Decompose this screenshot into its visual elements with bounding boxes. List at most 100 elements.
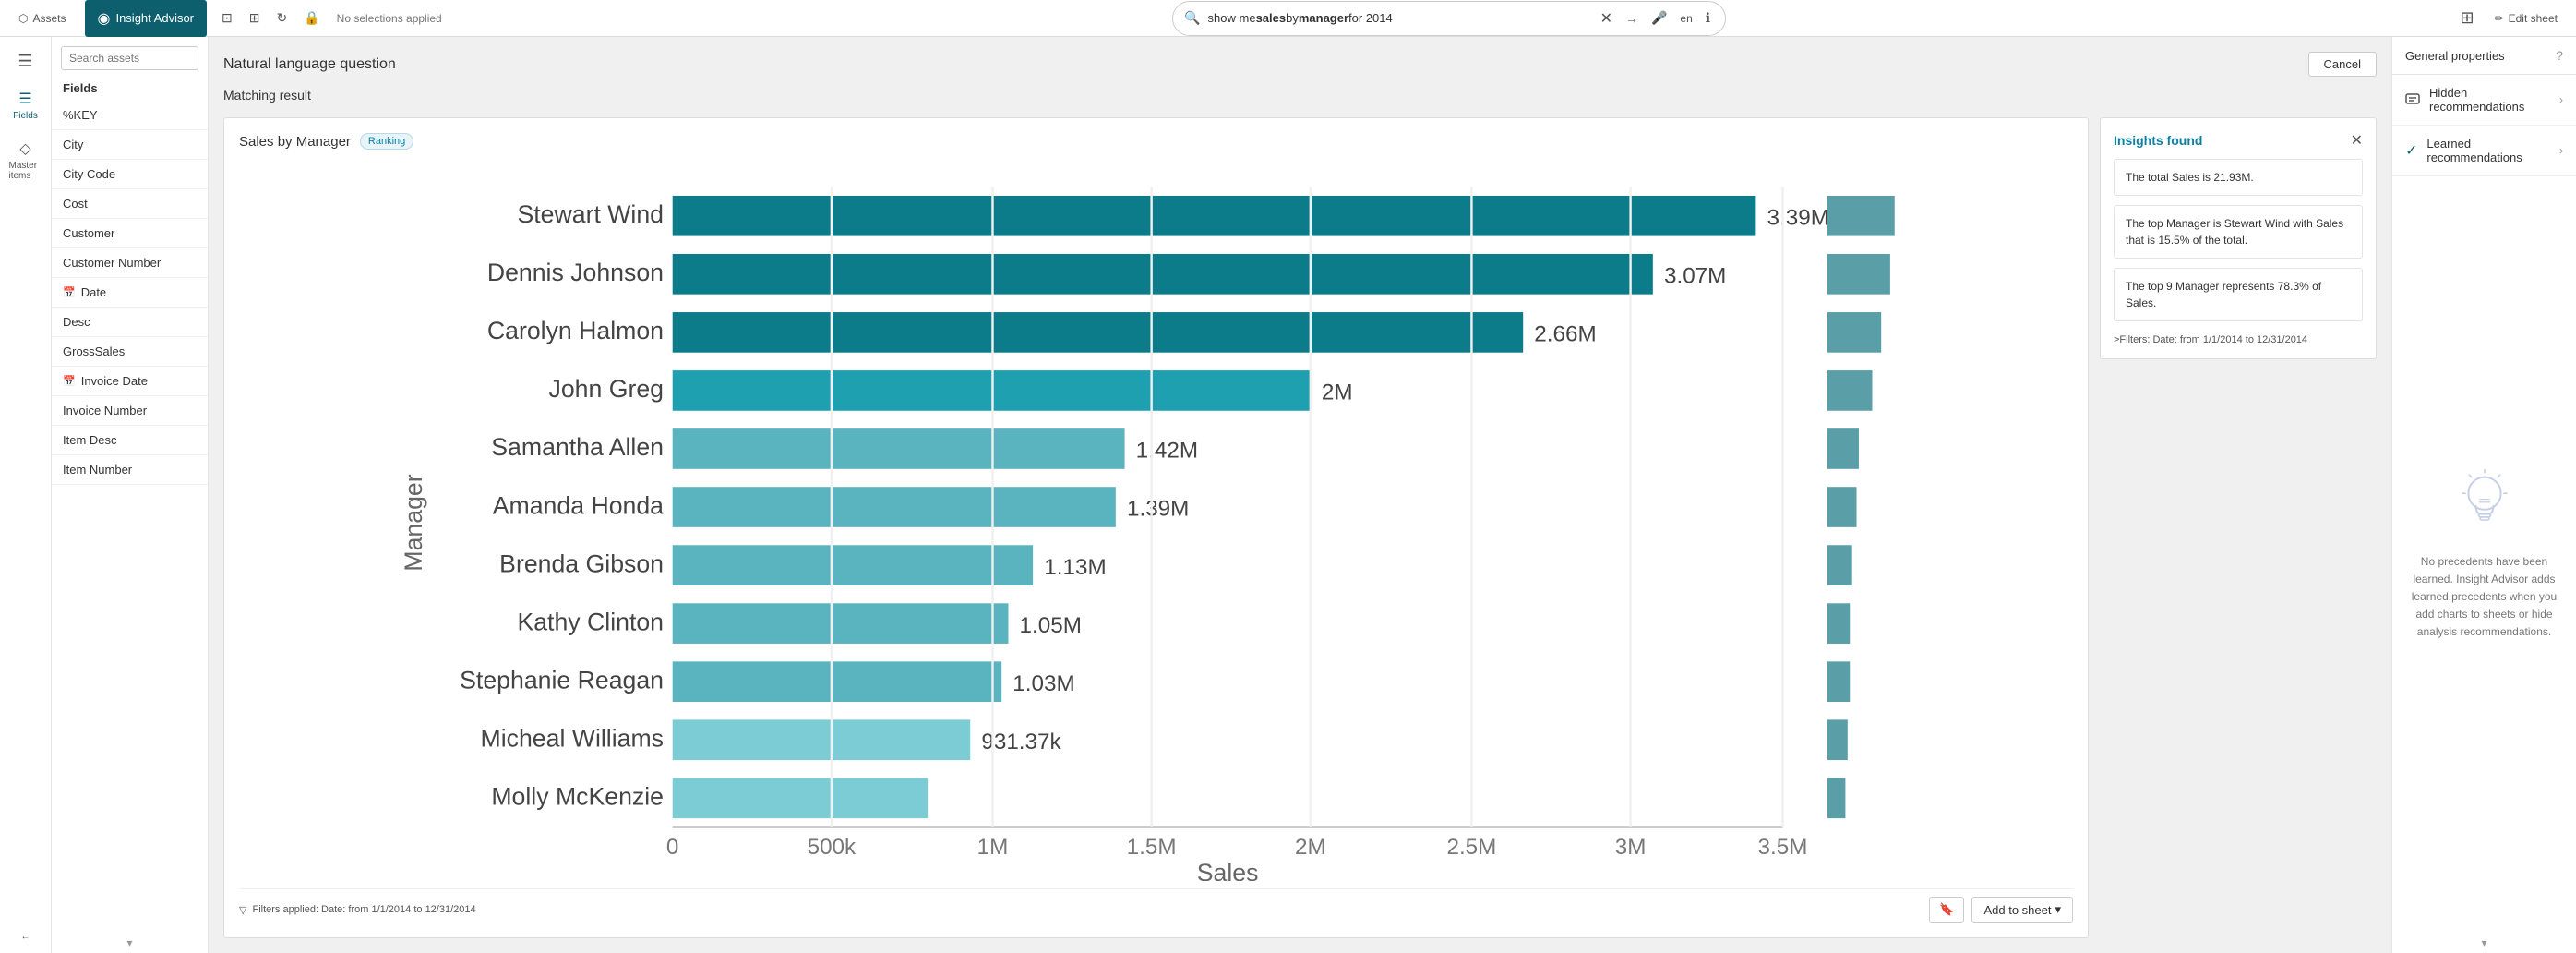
field-item-desc[interactable]: Desc — [52, 308, 208, 337]
field-label-invoice-date: Invoice Date — [81, 374, 148, 388]
field-item-invoice-number[interactable]: Invoice Number — [52, 396, 208, 426]
fields-panel-title: Fields — [52, 76, 208, 101]
svg-text:Molly McKenzie: Molly McKenzie — [491, 783, 664, 811]
query-part-2: sales — [1256, 11, 1287, 25]
search-assets-input[interactable] — [61, 46, 198, 70]
right-panel: General properties ? Hidden recommendati… — [2391, 37, 2576, 953]
field-item-city-code[interactable]: City Code — [52, 160, 208, 189]
svg-text:1.42M: 1.42M — [1136, 439, 1198, 464]
insight-text-3: The top 9 Manager represents 78.3% of Sa… — [2126, 280, 2321, 309]
bookmark-button[interactable]: 🔖 — [1929, 897, 1964, 923]
lightbulb-area: No precedents have been learned. Insight… — [2392, 176, 2576, 933]
chart-container: Sales by Manager Ranking Manager Stewart… — [223, 117, 2089, 938]
cancel-button[interactable]: Cancel — [2308, 52, 2377, 77]
collapse-sidebar-button[interactable]: ← — [4, 924, 48, 953]
chart-actions: 🔖 Add to sheet ▾ — [1929, 897, 2073, 923]
right-panel-header: General properties ? — [2392, 37, 2576, 75]
left-icon-bar: ☰ ☰ Fields ◇ Master items ← — [0, 37, 52, 953]
expand-icon[interactable]: ⊞ — [246, 6, 264, 30]
scan-icon[interactable]: ⊡ — [218, 6, 236, 30]
field-item-date[interactable]: 📅 Date — [52, 278, 208, 308]
field-label-item-desc: Item Desc — [63, 433, 117, 447]
help-icon[interactable]: ? — [2556, 48, 2563, 63]
field-item-item-number[interactable]: Item Number — [52, 455, 208, 485]
filter-icon: ▽ — [239, 904, 246, 916]
ranking-badge: Ranking — [360, 133, 413, 150]
svg-text:3M: 3M — [1615, 835, 1647, 860]
field-label-key: %KEY — [63, 108, 98, 122]
field-item-city[interactable]: City — [52, 130, 208, 160]
field-item-customer-number[interactable]: Customer Number — [52, 248, 208, 278]
assets-button[interactable]: ⬡ Assets — [11, 8, 74, 29]
lightbulb-illustration — [2448, 468, 2522, 542]
field-label-city-code: City Code — [63, 167, 115, 181]
svg-text:1.03M: 1.03M — [1012, 671, 1074, 696]
field-item-cost[interactable]: Cost — [52, 189, 208, 219]
field-item-key[interactable]: %KEY — [52, 101, 208, 130]
field-label-cost: Cost — [63, 197, 88, 211]
main-content: Natural language question Cancel Matchin… — [209, 37, 2391, 953]
refresh-icon[interactable]: ↻ — [272, 6, 291, 30]
add-to-sheet-chevron: ▾ — [2055, 902, 2061, 917]
lightbulb-description: No precedents have been learned. Insight… — [2411, 553, 2558, 642]
assets-icon: ⬡ — [18, 12, 28, 25]
query-part-5: for 2014 — [1348, 11, 1393, 25]
svg-text:John Greg: John Greg — [549, 375, 664, 403]
learned-recommendations-item[interactable]: ✓ Learned recommendations › — [2392, 126, 2576, 176]
insights-close-button[interactable]: ✕ — [2351, 131, 2363, 150]
insight-advisor-tab[interactable]: ◉ Insight Advisor — [85, 0, 208, 37]
add-to-sheet-label: Add to sheet — [1983, 903, 2051, 917]
top-bar: ⬡ Assets ◉ Insight Advisor ⊡ ⊞ ↻ 🔒 No se… — [0, 0, 2576, 37]
master-items-nav-button[interactable]: ◇ Master items — [4, 132, 48, 188]
field-label-gross-sales: GrossSales — [63, 344, 125, 358]
field-label-desc: Desc — [63, 315, 90, 329]
field-label-customer-number: Customer Number — [63, 256, 161, 270]
insight-advisor-label: Insight Advisor — [115, 11, 194, 25]
chart-title: Sales by Manager — [239, 134, 351, 150]
edit-sheet-label: Edit sheet — [2509, 12, 2558, 25]
svg-text:Amanda Honda: Amanda Honda — [493, 491, 664, 519]
hidden-recommendations-label: Hidden recommendations — [2429, 86, 2550, 114]
learned-rec-icon: ✓ — [2405, 141, 2417, 160]
learned-rec-chevron: › — [2559, 144, 2563, 157]
nlq-header: Natural language question Cancel — [223, 52, 2377, 77]
svg-text:Micheal Williams: Micheal Williams — [481, 725, 664, 753]
insights-panel: Insights found ✕ The total Sales is 21.9… — [2100, 117, 2377, 359]
field-item-item-desc[interactable]: Item Desc — [52, 426, 208, 455]
lock-icon[interactable]: 🔒 — [300, 6, 323, 30]
lang-select[interactable]: en — [1676, 8, 1695, 29]
grid-view-icon[interactable]: ⊞ — [2456, 5, 2477, 31]
fields-nav-button[interactable]: ☰ Fields — [4, 82, 48, 128]
learned-recommendations-label: Learned recommendations — [2426, 137, 2550, 164]
mic-icon[interactable]: 🎤 — [1647, 6, 1671, 30]
field-item-gross-sales[interactable]: GrossSales — [52, 337, 208, 367]
arrow-right-icon[interactable]: → — [1622, 7, 1642, 30]
edit-sheet-button[interactable]: ✏ Edit sheet — [2487, 8, 2565, 29]
field-label-date: Date — [81, 285, 106, 299]
add-to-sheet-button[interactable]: Add to sheet ▾ — [1971, 897, 2073, 923]
svg-text:1.13M: 1.13M — [1044, 555, 1106, 580]
field-label-invoice-number: Invoice Number — [63, 404, 147, 417]
search-bar[interactable]: 🔍 show me sales by manager for 2014 ✕ → … — [1172, 1, 1726, 36]
insights-title: Insights found — [2114, 133, 2202, 148]
svg-text:2.5M: 2.5M — [1446, 835, 1496, 860]
field-item-invoice-date[interactable]: 📅 Invoice Date — [52, 367, 208, 396]
svg-text:0: 0 — [666, 835, 679, 860]
clear-search-icon[interactable]: ✕ — [1597, 6, 1616, 31]
hidden-recommendations-item[interactable]: Hidden recommendations › — [2392, 75, 2576, 126]
info-icon[interactable]: ℹ — [1702, 6, 1714, 30]
field-item-customer[interactable]: Customer — [52, 219, 208, 248]
insight-card-1: The total Sales is 21.93M. — [2114, 159, 2363, 196]
toggle-sidebar-button[interactable]: ☰ — [4, 44, 48, 78]
filters-info: ▽ Filters applied: Date: from 1/1/2014 t… — [239, 904, 476, 916]
top-bar-icons: ⊡ ⊞ ↻ 🔒 No selections applied — [218, 6, 442, 30]
svg-text:Manager: Manager — [400, 474, 427, 571]
insight-advisor-icon: ◉ — [98, 9, 111, 28]
svg-text:3.39M: 3.39M — [1767, 205, 1829, 230]
svg-text:Kathy Clinton: Kathy Clinton — [517, 608, 664, 635]
master-items-nav-label: Master items — [9, 161, 42, 181]
svg-text:Dennis Johnson: Dennis Johnson — [487, 259, 664, 286]
insight-text-1: The total Sales is 21.93M. — [2126, 171, 2254, 184]
search-query-display[interactable]: show me sales by manager for 2014 — [1208, 11, 1589, 25]
main-layout: ☰ ☰ Fields ◇ Master items ← Fields %KEY … — [0, 37, 2576, 953]
